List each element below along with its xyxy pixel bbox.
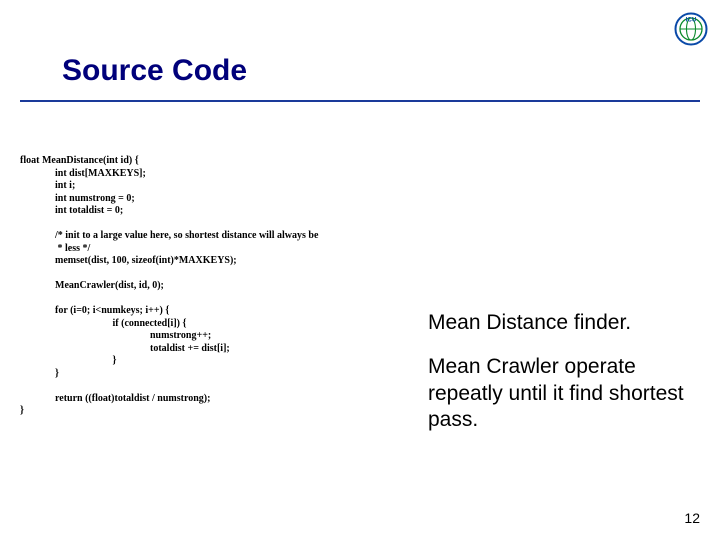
page-number: 12 xyxy=(684,510,700,526)
logo-text: ICU xyxy=(686,17,697,24)
page-title: Source Code xyxy=(62,54,247,88)
slide: ICU Source Code float MeanDistance(int i… xyxy=(0,0,720,540)
explain-line-1: Mean Distance finder. xyxy=(428,310,698,336)
icu-logo-icon: ICU xyxy=(674,12,708,46)
code-block: float MeanDistance(int id) { int dist[MA… xyxy=(20,155,420,418)
explain-line-2: Mean Crawler operate repeatly until it f… xyxy=(428,354,698,433)
explain-block: Mean Distance finder. Mean Crawler opera… xyxy=(428,310,698,451)
title-underline xyxy=(20,100,700,102)
